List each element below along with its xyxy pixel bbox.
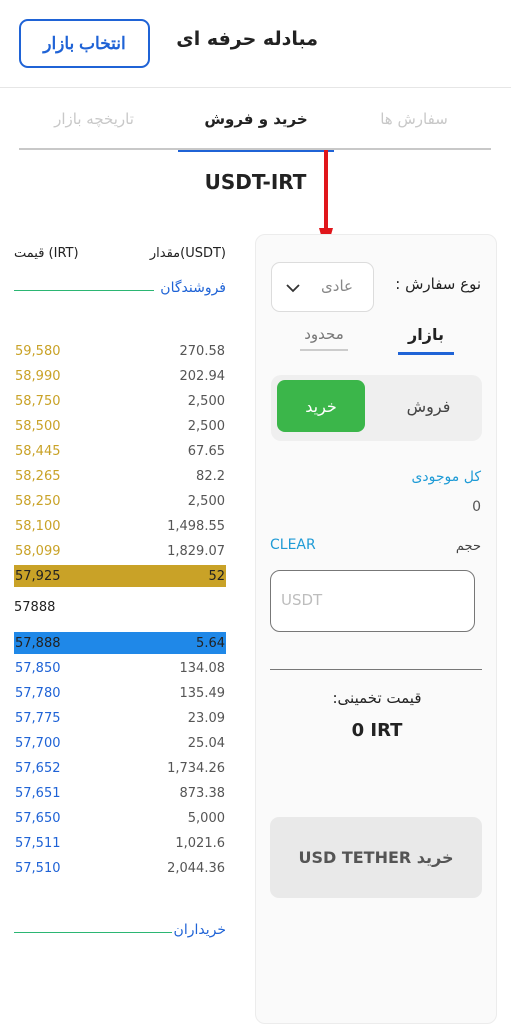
ask-amount: 1,498.55: [167, 518, 225, 534]
buy-toggle-button[interactable]: خرید: [277, 380, 365, 432]
bid-price: 57,651: [15, 785, 61, 801]
bid-amount: 1,021.6: [175, 835, 225, 851]
pair-title: USDT-IRT: [204, 170, 307, 194]
ask-amount: 67.65: [187, 443, 225, 459]
clear-button[interactable]: CLEAR: [270, 537, 316, 553]
ask-row[interactable]: 57,925 52: [14, 565, 226, 587]
sell-toggle-button[interactable]: فروش: [381, 380, 476, 432]
order-panel: نوع سفارش : عادی بازار محدود فروش خرید ک…: [255, 234, 497, 1024]
bid-amount: 5,000: [187, 810, 225, 826]
bid-price: 57,511: [15, 835, 61, 851]
ask-row[interactable]: 58,750 2,500: [14, 390, 226, 412]
bid-price: 57,850: [15, 660, 61, 676]
bid-row[interactable]: 57,780 135.49: [14, 682, 226, 704]
bid-row[interactable]: 57,651 873.38: [14, 782, 226, 804]
divider: [270, 669, 482, 670]
ask-price: 58,500: [15, 418, 61, 434]
bid-row[interactable]: 57,511 1,021.6: [14, 832, 226, 854]
total-balance-value: 0: [472, 499, 481, 515]
bid-price: 57,652: [15, 760, 61, 776]
ask-price: 57,925: [15, 568, 61, 584]
tab-orders[interactable]: سفارش ها: [339, 88, 489, 150]
trade-tabs: سفارش ها خرید و فروش تاریخچه بازار: [19, 88, 491, 152]
bid-amount: 23.09: [187, 710, 225, 726]
ask-amount: 2,500: [187, 493, 225, 509]
bid-amount: 2,044.36: [167, 860, 225, 876]
order-book-header: قیمت (IRT) مقدار(USDT): [14, 246, 226, 266]
mid-price: 57888: [14, 600, 56, 615]
ask-amount: 52: [208, 568, 225, 584]
ask-row[interactable]: 58,990 202.94: [14, 365, 226, 387]
order-type-select[interactable]: عادی: [271, 262, 374, 312]
ask-price: 58,100: [15, 518, 61, 534]
ask-price: 59,580: [15, 343, 61, 359]
bid-row[interactable]: 57,652 1,734.26: [14, 757, 226, 779]
bid-amount: 873.38: [179, 785, 226, 801]
price-column-header: قیمت (IRT): [14, 246, 79, 261]
buy-sell-toggle: فروش خرید: [271, 375, 482, 441]
ask-row[interactable]: 59,580 270.58: [14, 340, 226, 362]
bid-price: 57,780: [15, 685, 61, 701]
amount-column-header: مقدار(USDT): [149, 246, 226, 261]
ask-amount: 82.2: [196, 468, 225, 484]
total-balance-link[interactable]: کل موجودی: [411, 469, 481, 485]
ask-price: 58,250: [15, 493, 61, 509]
ask-amount: 270.58: [179, 343, 226, 359]
ask-row[interactable]: 58,099 1,829.07: [14, 540, 226, 562]
order-type-value: عادی: [321, 277, 353, 295]
bid-price: 57,775: [15, 710, 61, 726]
bid-row[interactable]: 57,650 5,000: [14, 807, 226, 829]
sellers-label: فروشندگان: [160, 280, 226, 296]
bid-price: 57,700: [15, 735, 61, 751]
ask-row[interactable]: 58,265 82.2: [14, 465, 226, 487]
tab-limit-order[interactable]: محدود: [296, 325, 352, 355]
bid-row[interactable]: 57,700 25.04: [14, 732, 226, 754]
ask-row[interactable]: 58,250 2,500: [14, 490, 226, 512]
buy-submit-button[interactable]: خرید USD TETHER: [270, 817, 482, 898]
estimated-price-value: 0 IRT: [351, 720, 403, 741]
volume-input[interactable]: USDT: [270, 570, 475, 632]
ask-row[interactable]: 58,445 67.65: [14, 440, 226, 462]
bid-amount: 134.08: [179, 660, 226, 676]
bid-row[interactable]: 57,850 134.08: [14, 657, 226, 679]
ask-amount: 1,829.07: [167, 543, 225, 559]
bid-row[interactable]: 57,775 23.09: [14, 707, 226, 729]
bid-price: 57,650: [15, 810, 61, 826]
ask-price: 58,099: [15, 543, 61, 559]
ask-amount: 202.94: [179, 368, 226, 384]
bid-row[interactable]: 57,888 5.64: [14, 632, 226, 654]
ask-amount: 2,500: [187, 393, 225, 409]
tab-market-order[interactable]: بازار: [398, 325, 454, 355]
page-title: مبادله حرفه ای: [176, 28, 318, 50]
estimated-price-label: قیمت تخمینی:: [332, 689, 422, 707]
volume-placeholder: USDT: [281, 591, 323, 609]
bid-amount: 1,734.26: [167, 760, 225, 776]
ask-amount: 2,500: [187, 418, 225, 434]
bid-row[interactable]: 57,510 2,044.36: [14, 857, 226, 879]
select-market-button[interactable]: انتخاب بازار: [19, 19, 150, 68]
order-type-label: نوع سفارش :: [395, 275, 481, 293]
bid-amount: 135.49: [179, 685, 226, 701]
buyers-label: خریداران: [173, 922, 226, 938]
ask-price: 58,445: [15, 443, 61, 459]
tab-market-history[interactable]: تاریخچه بازار: [19, 88, 169, 150]
sellers-divider: [14, 290, 154, 291]
bid-price: 57,888: [15, 635, 61, 651]
ask-price: 58,265: [15, 468, 61, 484]
chevron-down-icon: [286, 284, 300, 293]
bid-amount: 25.04: [187, 735, 225, 751]
volume-label: حجم: [455, 539, 481, 554]
buyers-divider: [14, 932, 172, 933]
ask-price: 58,990: [15, 368, 61, 384]
app-header: انتخاب بازار مبادله حرفه ای: [0, 0, 511, 88]
ask-row[interactable]: 58,500 2,500: [14, 415, 226, 437]
tab-buy-sell[interactable]: خرید و فروش: [178, 88, 334, 152]
bid-amount: 5.64: [196, 635, 225, 651]
ask-price: 58,750: [15, 393, 61, 409]
bid-price: 57,510: [15, 860, 61, 876]
ask-row[interactable]: 58,100 1,498.55: [14, 515, 226, 537]
